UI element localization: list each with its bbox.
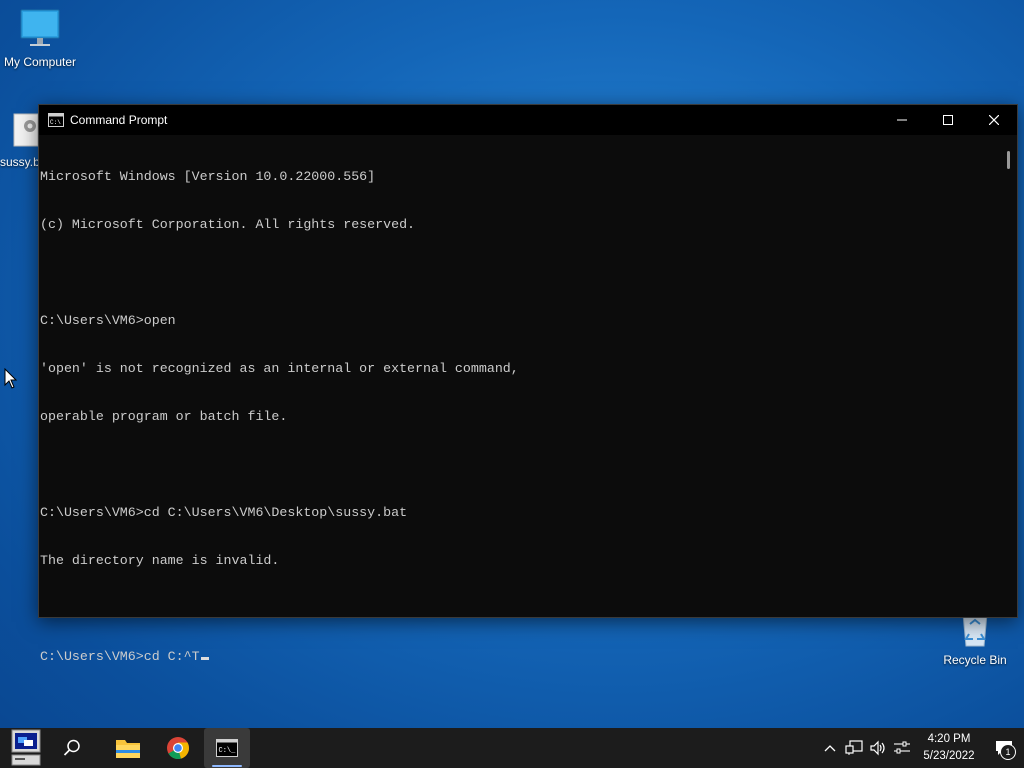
system-tray: 4:20 PM 5/23/2022 1 (818, 728, 1024, 768)
folder-icon (116, 740, 140, 758)
file-explorer-button[interactable] (108, 728, 148, 768)
search-button[interactable] (52, 728, 92, 768)
console-line: Microsoft Windows [Version 10.0.22000.55… (40, 169, 376, 184)
search-icon (63, 739, 80, 756)
window-titlebar[interactable]: C:\ Command Prompt (39, 105, 1017, 135)
notification-count-badge: 1 (1000, 744, 1016, 760)
network-icon (845, 740, 863, 755)
clock-date: 5/23/2022 (923, 750, 975, 762)
command-prompt-icon: C:\_ (216, 739, 238, 757)
speaker-icon (870, 740, 885, 756)
console-line: (c) Microsoft Corporation. All rights re… (40, 217, 416, 232)
window-title: Command Prompt (70, 113, 168, 127)
console-prompt-text: C:\Users\VM6>cd C:^T (40, 649, 200, 664)
console-line: The directory name is invalid. (40, 553, 280, 568)
desktop-icon-sussy-bat[interactable]: sussy.bat (0, 112, 38, 169)
start-computer-icon (11, 729, 41, 766)
input-settings-button[interactable] (890, 728, 914, 768)
batch-file-icon (13, 113, 38, 147)
desktop-icon-my-computer[interactable]: My Computer (0, 8, 80, 69)
chevron-up-icon (824, 745, 836, 752)
taskbar: C:\_ 4:20 PM 5/23/2022 1 (0, 728, 1024, 768)
notifications-button[interactable]: 1 (984, 728, 1024, 768)
maximize-button[interactable] (925, 105, 971, 135)
vertical-scrollbar[interactable] (1001, 135, 1017, 615)
command-prompt-window[interactable]: C:\ Command Prompt Microsoft Windows [Ve… (38, 104, 1018, 664)
console-line: operable program or batch file. (40, 409, 288, 424)
text-cursor (200, 657, 209, 660)
show-hidden-icons-button[interactable] (818, 728, 842, 768)
minimize-icon (897, 119, 907, 121)
minimize-button[interactable] (879, 105, 925, 135)
clock[interactable]: 4:20 PM 5/23/2022 (914, 731, 984, 765)
console-output[interactable]: Microsoft Windows [Version 10.0.22000.55… (39, 135, 1002, 664)
console-line: C:\Users\VM6>cd C:\Users\VM6\Desktop\sus… (40, 505, 408, 520)
console-line: C:\Users\VM6>open (40, 313, 176, 328)
sliders-icon (894, 741, 910, 754)
svg-text:C:\_: C:\_ (219, 747, 237, 755)
chrome-icon (167, 737, 190, 760)
network-button[interactable] (842, 728, 866, 768)
mouse-pointer-icon (4, 368, 18, 389)
monitor-icon (20, 9, 60, 46)
console-line: 'open' is not recognized as an internal … (40, 361, 519, 376)
maximize-icon (943, 115, 953, 125)
chrome-button[interactable] (158, 728, 198, 768)
volume-button[interactable] (866, 728, 890, 768)
desktop-icon-label: My Computer (3, 55, 77, 69)
command-prompt-icon: C:\ (48, 113, 64, 127)
close-icon (989, 115, 999, 125)
close-button[interactable] (971, 105, 1017, 135)
console-input-line[interactable]: C:\Users\VM6>cd C:^T (40, 649, 1002, 665)
start-button[interactable] (6, 728, 46, 768)
command-prompt-taskbar-button[interactable]: C:\_ (204, 728, 250, 768)
svg-text:C:\: C:\ (50, 119, 61, 126)
scrollbar-thumb[interactable] (1007, 151, 1010, 169)
desktop-icon-label: sussy.bat (0, 155, 38, 169)
clock-time: 4:20 PM (927, 733, 971, 745)
active-indicator (212, 765, 242, 767)
